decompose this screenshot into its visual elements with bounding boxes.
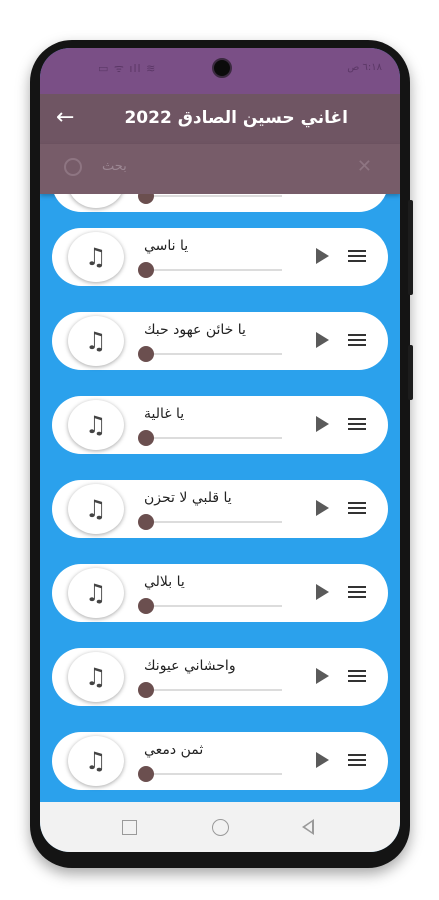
app-bar: ← اغاني حسين الصادق 2022 — [40, 94, 400, 144]
song-title: واحشاني عيونك — [144, 658, 236, 674]
menu-icon[interactable] — [348, 754, 366, 768]
music-note-icon: ♫ — [85, 327, 107, 355]
list-item[interactable]: ♫ واحشاني عيونك — [52, 648, 388, 706]
progress-track[interactable] — [148, 353, 282, 355]
song-disc: ♫ — [68, 484, 124, 534]
search-icon — [64, 158, 82, 176]
progress-track[interactable] — [148, 195, 282, 197]
song-disc: ♫ — [68, 316, 124, 366]
song-disc: ♫ — [68, 736, 124, 786]
progress-thumb[interactable] — [138, 194, 154, 204]
menu-icon[interactable] — [348, 250, 366, 264]
progress-track[interactable] — [148, 773, 282, 775]
song-disc: ♫ — [68, 194, 124, 208]
back-button[interactable] — [302, 819, 314, 835]
progress-thumb[interactable] — [138, 346, 154, 362]
list-item[interactable]: ♫ — [52, 194, 388, 212]
screen: ▭ ᯤ ıll ≋ ٦:١٨ ص ← اغاني حسين الصادق 202… — [40, 48, 400, 852]
volume-button — [408, 345, 413, 400]
menu-icon[interactable] — [348, 586, 366, 600]
music-note-icon: ♫ — [85, 663, 107, 691]
progress-track[interactable] — [148, 269, 282, 271]
play-icon[interactable] — [316, 752, 329, 768]
menu-icon[interactable] — [348, 334, 366, 348]
song-title: يا خائن عهود حبك — [144, 322, 246, 338]
play-icon[interactable] — [316, 500, 329, 516]
song-title: يا قلبي لا تحزن — [144, 490, 232, 506]
music-note-icon: ♫ — [85, 747, 107, 775]
music-note-icon: ♫ — [85, 495, 107, 523]
progress-thumb[interactable] — [138, 598, 154, 614]
list-item[interactable]: ♫ يا قلبي لا تحزن — [52, 480, 388, 538]
song-disc: ♫ — [68, 568, 124, 618]
music-note-icon: ♫ — [85, 579, 107, 607]
music-note-icon: ♫ — [85, 194, 107, 195]
song-title: يا غالية — [144, 406, 185, 422]
song-list: ♫ ♫ يا ناسي ♫ يا خائن عهود حبك ♫ يا غالي… — [40, 194, 400, 802]
search-bar[interactable]: بحث ✕ — [40, 144, 400, 194]
list-item[interactable]: ♫ يا خائن عهود حبك — [52, 312, 388, 370]
arrow-left-icon[interactable]: ← — [56, 104, 74, 132]
search-input[interactable]: بحث — [102, 159, 127, 174]
progress-thumb[interactable] — [138, 514, 154, 530]
page-title: اغاني حسين الصادق 2022 — [124, 108, 348, 128]
music-note-icon: ♫ — [85, 243, 107, 271]
song-disc: ♫ — [68, 400, 124, 450]
list-item[interactable]: ♫ ثمن دمعي — [52, 732, 388, 790]
play-icon[interactable] — [316, 416, 329, 432]
play-icon[interactable] — [316, 584, 329, 600]
song-disc: ♫ — [68, 232, 124, 282]
progress-track[interactable] — [148, 521, 282, 523]
recents-button[interactable] — [122, 820, 137, 835]
power-button — [408, 200, 413, 295]
play-icon[interactable] — [316, 248, 329, 264]
close-icon[interactable]: ✕ — [357, 156, 372, 177]
menu-icon[interactable] — [348, 670, 366, 684]
list-item[interactable]: ♫ يا ناسي — [52, 228, 388, 286]
song-title: ثمن دمعي — [144, 742, 204, 758]
home-button[interactable] — [212, 819, 229, 836]
play-icon[interactable] — [316, 668, 329, 684]
song-title: يا بلالي — [144, 574, 185, 590]
status-time: ٦:١٨ ص — [347, 62, 382, 73]
status-bar: ▭ ᯤ ıll ≋ ٦:١٨ ص — [40, 48, 400, 94]
front-camera — [212, 58, 232, 78]
progress-thumb[interactable] — [138, 430, 154, 446]
list-item[interactable]: ♫ يا بلالي — [52, 564, 388, 622]
menu-icon[interactable] — [348, 502, 366, 516]
system-nav-bar — [40, 802, 400, 852]
song-disc: ♫ — [68, 652, 124, 702]
progress-thumb[interactable] — [138, 262, 154, 278]
menu-icon[interactable] — [348, 418, 366, 432]
progress-thumb[interactable] — [138, 766, 154, 782]
status-icons: ▭ ᯤ ıll ≋ — [98, 62, 157, 75]
progress-track[interactable] — [148, 605, 282, 607]
progress-thumb[interactable] — [138, 682, 154, 698]
music-note-icon: ♫ — [85, 411, 107, 439]
progress-track[interactable] — [148, 437, 282, 439]
song-title: يا ناسي — [144, 238, 189, 254]
play-icon[interactable] — [316, 332, 329, 348]
progress-track[interactable] — [148, 689, 282, 691]
list-item[interactable]: ♫ يا غالية — [52, 396, 388, 454]
